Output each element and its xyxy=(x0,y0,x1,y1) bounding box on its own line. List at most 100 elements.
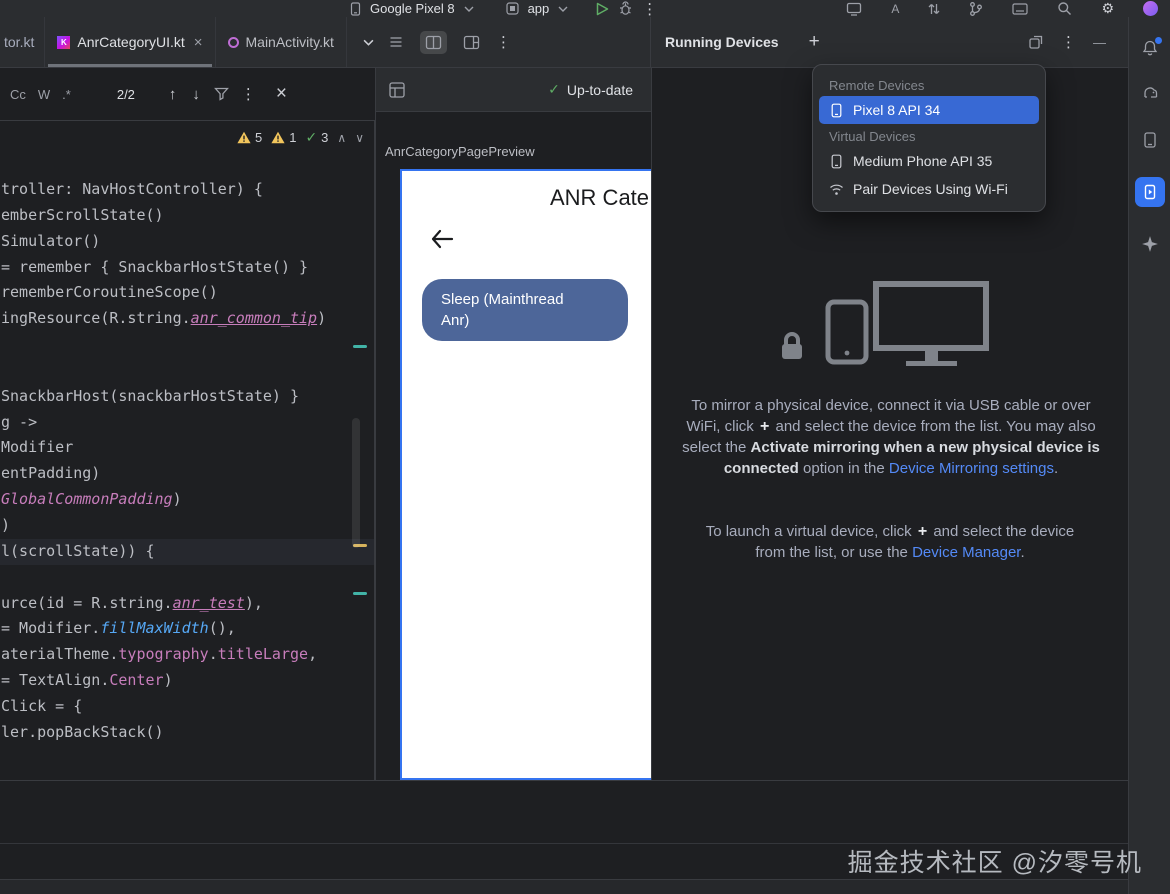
more-actions-icon[interactable]: ⋮ xyxy=(642,0,657,17)
code-line: ingResource(R.string.anr_common_tip) xyxy=(0,306,374,332)
virtual-device-instructions: To launch a virtual device, click + and … xyxy=(704,521,1076,563)
compose-preview-area: ANR Cate Sleep (Mainthread Anr) xyxy=(375,166,651,780)
split-editor-icon[interactable] xyxy=(420,31,447,54)
passed-counter[interactable]: ✓ 3 xyxy=(305,129,328,146)
remote-devices-header: Remote Devices xyxy=(819,73,1039,96)
phone-icon xyxy=(829,154,844,169)
search-more-icon[interactable]: ⋮ xyxy=(235,85,262,103)
monitor-illustration xyxy=(876,284,986,348)
android-studio-window: Google Pixel 8 app ⋮ xyxy=(0,0,1170,894)
device-mirroring-settings-link[interactable]: Device Mirroring settings xyxy=(889,460,1054,477)
code-line: rememberCoroutineScope() xyxy=(0,280,374,306)
chevron-down-icon[interactable] xyxy=(558,6,568,12)
device-phone-icon xyxy=(350,2,361,16)
plus-icon: + xyxy=(916,523,929,540)
code-line: Click = { xyxy=(0,694,374,720)
close-search-icon[interactable]: × xyxy=(276,83,287,105)
code-line: urce(id = R.string.anr_test), xyxy=(0,591,374,617)
device-mirror-icon[interactable] xyxy=(846,2,862,16)
plus-icon: + xyxy=(758,418,771,435)
close-tab-icon[interactable]: × xyxy=(194,34,203,51)
device-manager-link[interactable]: Device Manager xyxy=(912,544,1020,561)
next-problem-icon[interactable]: ∨ xyxy=(355,131,364,145)
run-button[interactable] xyxy=(596,2,609,16)
running-devices-header: Running Devices + ⋮ — xyxy=(651,17,1128,67)
tab-partial[interactable]: tor.kt xyxy=(0,17,45,67)
vcs-branch-icon[interactable] xyxy=(969,1,983,17)
preview-screen-title: ANR Cate xyxy=(550,185,649,211)
settings-gear-icon[interactable]: ⚙ xyxy=(1101,0,1114,17)
main-toolbar: Google Pixel 8 app ⋮ xyxy=(0,0,1170,17)
sync-arrows-icon[interactable] xyxy=(928,2,940,16)
compose-file-icon xyxy=(228,37,239,48)
kotlin-file-icon: K xyxy=(57,36,70,49)
hide-panel-icon[interactable]: — xyxy=(1093,35,1106,50)
virtual-devices-header: Virtual Devices xyxy=(819,124,1039,147)
running-devices-title: Running Devices xyxy=(665,34,779,50)
match-case-toggle[interactable]: Cc xyxy=(4,85,32,104)
match-count: 2/2 xyxy=(117,87,135,102)
next-match-button[interactable]: ↓ xyxy=(184,86,208,103)
debug-button[interactable] xyxy=(618,1,633,16)
back-arrow-icon[interactable] xyxy=(430,229,454,249)
filter-icon[interactable] xyxy=(208,87,235,101)
sleep-anr-button[interactable]: Sleep (Mainthread Anr) xyxy=(422,279,628,341)
build-status-text: Up-to-date xyxy=(567,82,633,98)
tab-mainactivity[interactable]: MainActivity.kt xyxy=(216,17,347,67)
tab-list-chevron-icon[interactable] xyxy=(363,39,374,46)
run-config-icon xyxy=(506,2,519,15)
menu-item-medium-phone[interactable]: Medium Phone API 35 xyxy=(819,147,1039,175)
device-manager-icon[interactable] xyxy=(1141,131,1159,149)
chevron-down-icon[interactable] xyxy=(464,6,474,12)
code-line: ler.popBackStack() xyxy=(0,720,374,746)
add-device-button[interactable]: + xyxy=(809,31,820,53)
check-icon: ✓ xyxy=(305,129,317,146)
code-line: = TextAlign.Center) xyxy=(0,668,374,694)
code-line: SnackbarHost(snackbarHostState) } xyxy=(0,384,374,410)
editor-list-icon[interactable] xyxy=(388,34,404,50)
code-line: entPadding) xyxy=(0,461,374,487)
preview-label-area: AnrCategoryPagePreview xyxy=(375,112,651,166)
code-line: troller: NavHostController) { xyxy=(0,177,374,203)
code-line: aterialTheme.typography.titleLarge, xyxy=(0,642,374,668)
code-line: ) xyxy=(0,513,374,539)
editor-more-icon[interactable]: ⋮ xyxy=(496,33,511,51)
phone-icon xyxy=(829,103,844,118)
code-line xyxy=(0,565,374,591)
preview-name-label: AnrCategoryPagePreview xyxy=(385,144,535,159)
menu-item-pair-wifi[interactable]: Pair Devices Using Wi-Fi xyxy=(819,175,1039,203)
editor-layout-icon[interactable] xyxy=(463,35,480,50)
font-search-icon[interactable]: A xyxy=(891,2,899,16)
search-icon[interactable] xyxy=(1057,1,1072,16)
whole-words-toggle[interactable]: W xyxy=(32,85,56,104)
keyboard-icon[interactable] xyxy=(1012,3,1028,15)
inspections-widget[interactable]: 5 1 ✓ 3 ∧ ∨ xyxy=(237,129,364,146)
float-window-icon[interactable] xyxy=(1028,34,1044,50)
running-devices-icon[interactable] xyxy=(1135,177,1165,207)
code-line: Modifier xyxy=(0,435,374,461)
panel-more-icon[interactable]: ⋮ xyxy=(1061,33,1076,51)
gemini-star-icon[interactable] xyxy=(1141,235,1159,253)
previous-problem-icon[interactable]: ∧ xyxy=(337,131,346,145)
warning-counter[interactable]: 5 xyxy=(237,130,262,145)
preview-grid-icon[interactable] xyxy=(388,81,406,99)
previous-match-button[interactable]: ↑ xyxy=(161,86,185,103)
tab-anrcategoryui[interactable]: K AnrCategoryUI.kt × xyxy=(45,17,215,67)
profile-avatar[interactable] xyxy=(1143,1,1158,16)
weak-warning-counter[interactable]: 1 xyxy=(271,130,296,145)
menu-item-pixel-8[interactable]: Pixel 8 API 34 xyxy=(819,96,1039,124)
code-line: Simulator() xyxy=(0,229,374,255)
regex-toggle[interactable]: .* xyxy=(56,85,77,104)
notifications-bell-icon[interactable] xyxy=(1141,39,1159,57)
right-tool-stripe xyxy=(1128,17,1170,894)
watermark: 掘金技术社区 @汐零号机 xyxy=(848,843,1142,879)
editor-scrollbar[interactable] xyxy=(352,418,360,548)
code-line xyxy=(0,332,374,358)
check-icon: ✓ xyxy=(548,81,560,98)
run-config-selector[interactable]: app xyxy=(528,1,550,16)
device-selector[interactable]: Google Pixel 8 xyxy=(370,1,455,16)
code-editor[interactable]: troller: NavHostController) {emberScroll… xyxy=(0,121,375,780)
gradle-icon[interactable] xyxy=(1141,85,1159,103)
preview-device-frame: ANR Cate Sleep (Mainthread Anr) xyxy=(400,169,651,780)
editor-tab-bar: tor.kt K AnrCategoryUI.kt × MainActivity… xyxy=(0,17,1128,68)
